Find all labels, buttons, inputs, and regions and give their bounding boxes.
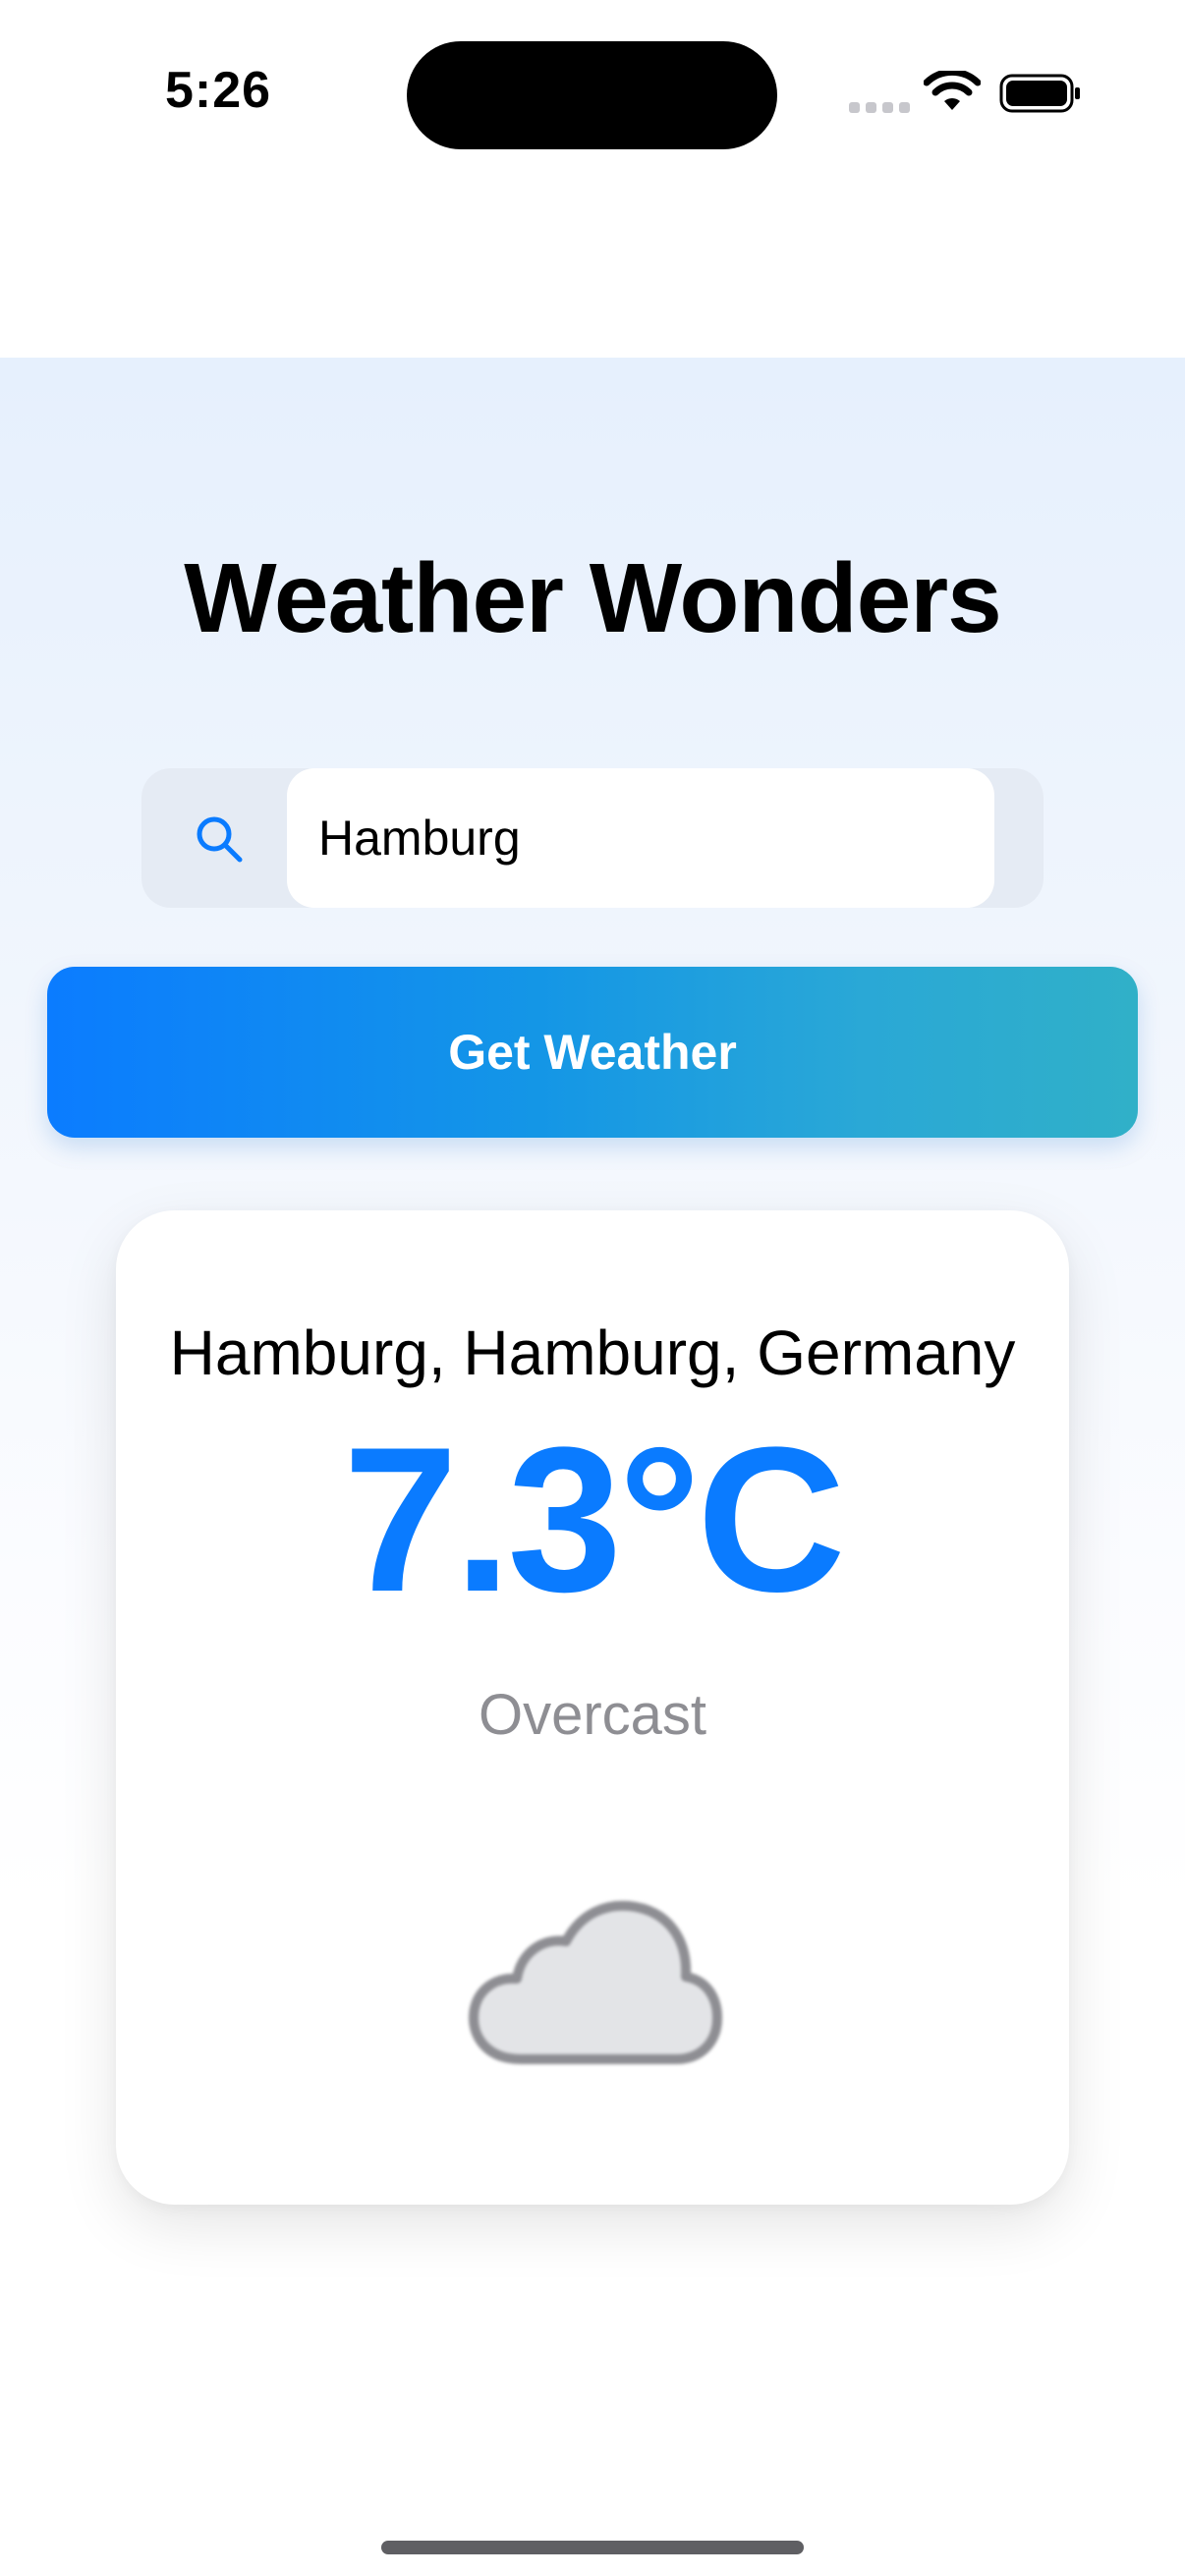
app-title: Weather Wonders	[184, 543, 1001, 653]
weather-condition: Overcast	[478, 1683, 707, 1747]
dynamic-island	[407, 41, 777, 149]
main-content: Weather Wonders Get Weather Hamburg, Ham…	[0, 358, 1185, 2576]
status-bar: 5:26	[0, 0, 1185, 187]
temperature-value: 7.3°C	[343, 1404, 846, 1635]
search-bar	[141, 768, 1044, 908]
location-name: Hamburg, Hamburg, Germany	[169, 1317, 1016, 1388]
weather-card: Hamburg, Hamburg, Germany 7.3°C Overcast	[116, 1210, 1069, 2205]
home-indicator[interactable]	[381, 2541, 804, 2554]
wifi-icon	[924, 71, 981, 110]
search-input[interactable]	[287, 768, 994, 908]
status-time: 5:26	[165, 62, 272, 119]
search-icon	[197, 816, 243, 863]
cloud-icon	[469, 1900, 722, 2064]
battery-icon	[999, 74, 1080, 113]
get-weather-button[interactable]: Get Weather	[47, 967, 1138, 1138]
cellular-signal-icon	[849, 102, 910, 113]
